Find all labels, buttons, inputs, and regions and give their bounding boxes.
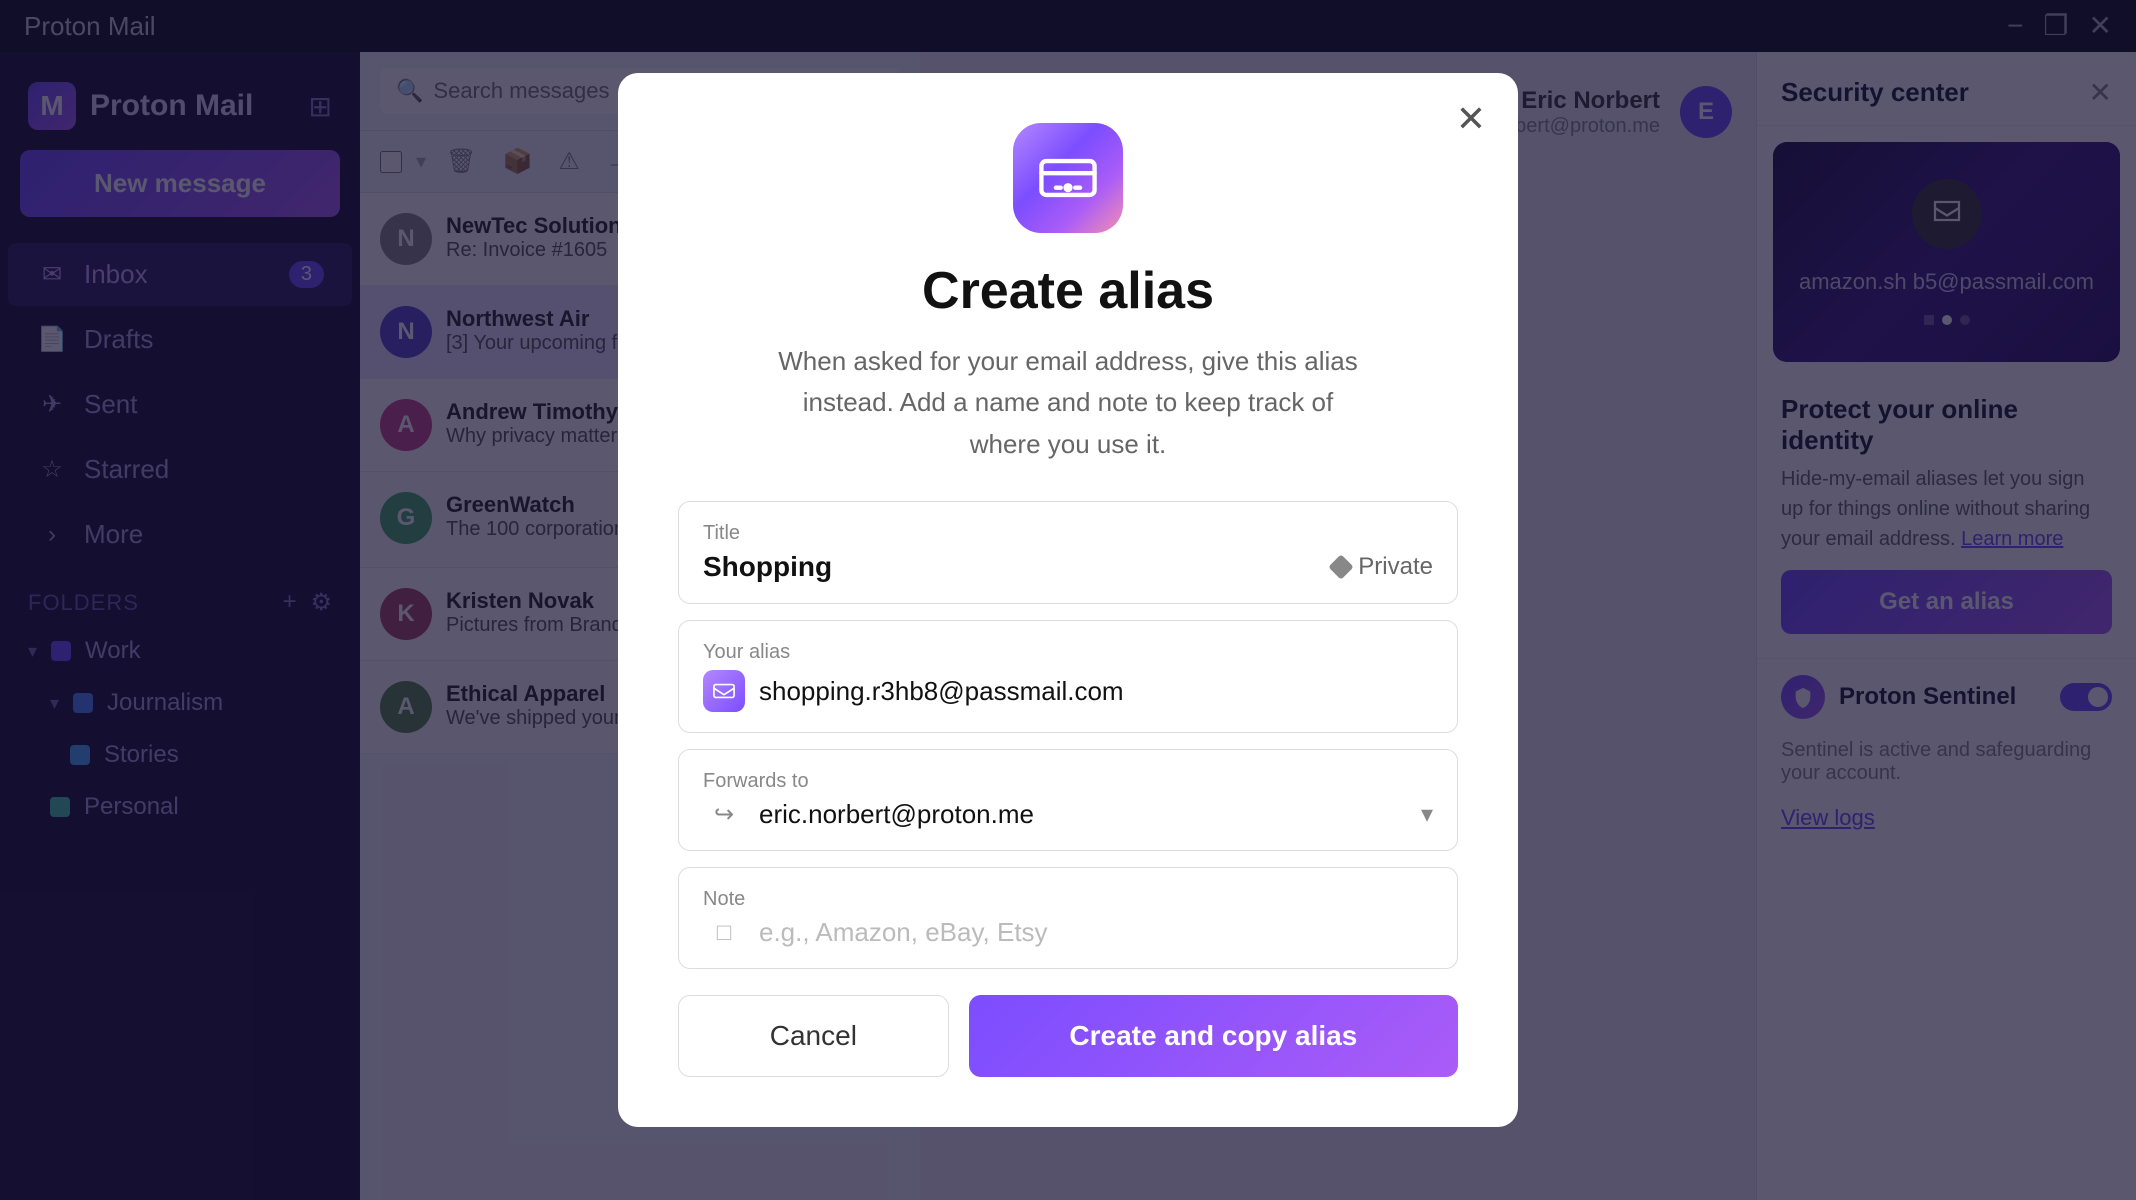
create-alias-modal: ✕ Create alias When asked for your email…	[618, 73, 1518, 1128]
private-diamond-icon	[1329, 555, 1354, 580]
title-value: Shopping	[703, 551, 832, 583]
note-field[interactable]: Note □ e.g., Amazon, eBay, Etsy	[678, 867, 1458, 969]
alias-field: Your alias shopping.r3hb8@passmail.com	[678, 620, 1458, 733]
forwards-value: eric.norbert@proton.me	[759, 799, 1034, 830]
note-placeholder: e.g., Amazon, eBay, Etsy	[759, 917, 1048, 948]
modal-title: Create alias	[922, 261, 1214, 321]
title-field: Title Shopping Private	[678, 501, 1458, 604]
note-icon: □	[703, 919, 745, 947]
alias-field-icon	[703, 670, 745, 712]
note-value-row: □ e.g., Amazon, eBay, Etsy	[703, 917, 1433, 948]
modal-close-button[interactable]: ✕	[1456, 101, 1486, 137]
forwards-chevron-icon: ▾	[1421, 800, 1433, 829]
private-badge: Private	[1332, 553, 1433, 581]
alias-value-row: shopping.r3hb8@passmail.com	[703, 670, 1433, 712]
create-alias-button[interactable]: Create and copy alias	[969, 995, 1458, 1077]
forwards-icon: ↪	[703, 800, 745, 829]
note-label: Note	[703, 888, 1433, 911]
forwards-field[interactable]: Forwards to ↪ eric.norbert@proton.me ▾	[678, 749, 1458, 851]
cancel-button[interactable]: Cancel	[678, 995, 949, 1077]
private-label: Private	[1358, 553, 1433, 581]
forwards-label: Forwards to	[703, 770, 1433, 793]
modal-actions: Cancel Create and copy alias	[678, 995, 1458, 1077]
title-value-row: Shopping Private	[703, 551, 1433, 583]
forwards-value-row: ↪ eric.norbert@proton.me ▾	[703, 799, 1433, 830]
title-label: Title	[703, 522, 1433, 545]
modal-alias-icon	[1013, 123, 1123, 233]
forwards-select[interactable]: eric.norbert@proton.me ▾	[759, 799, 1433, 830]
modal-description: When asked for your email address, give …	[768, 341, 1368, 466]
alias-section-label: Your alias	[703, 641, 1433, 664]
modal-overlay: ✕ Create alias When asked for your email…	[0, 0, 2136, 1200]
alias-value: shopping.r3hb8@passmail.com	[759, 676, 1124, 707]
